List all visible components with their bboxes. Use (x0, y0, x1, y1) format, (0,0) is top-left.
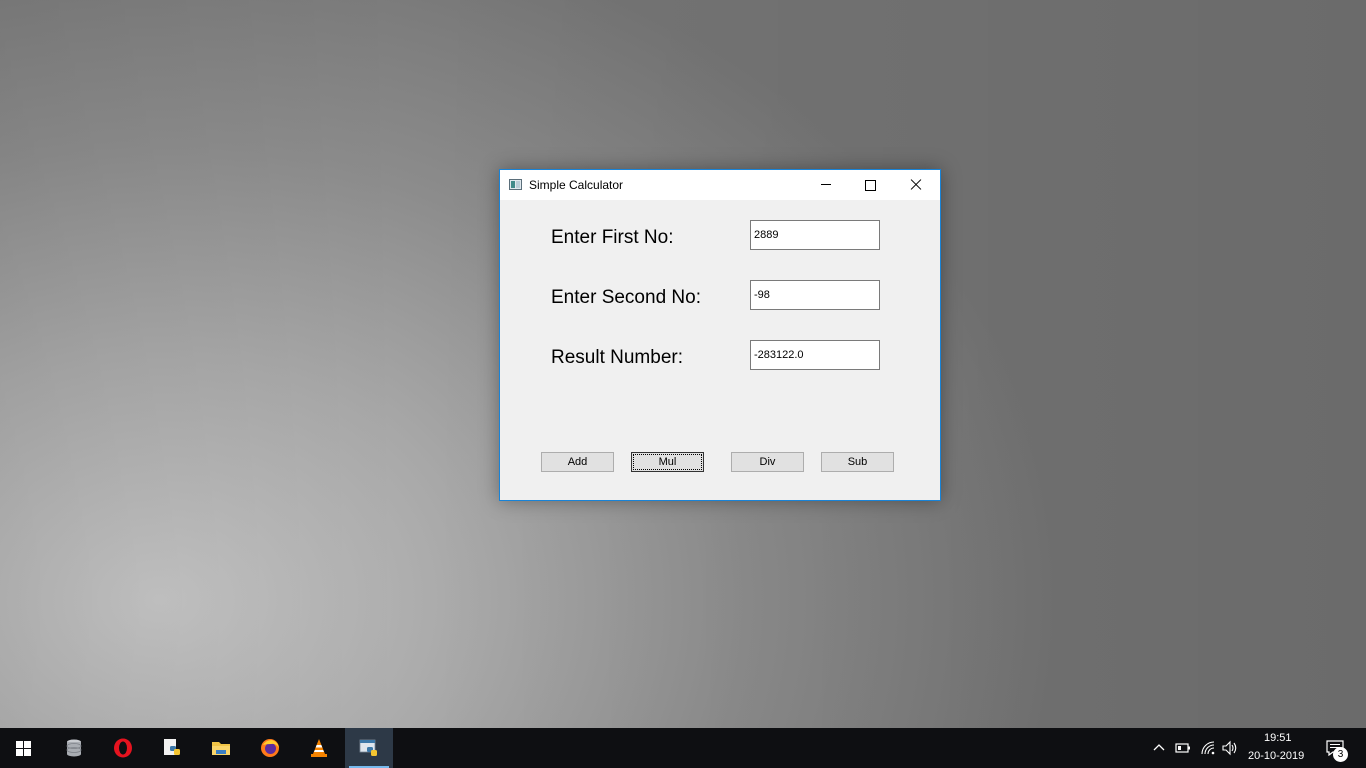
start-button[interactable] (0, 728, 48, 768)
clock-date: 20-10-2019 (1248, 750, 1305, 762)
mul-button[interactable]: Mul (631, 452, 704, 472)
taskbar-firefox[interactable] (246, 728, 294, 768)
taskbar-python-tk-window[interactable] (345, 728, 393, 768)
sub-button[interactable]: Sub (821, 452, 894, 472)
maximize-button[interactable] (848, 170, 893, 200)
taskbar-file-explorer[interactable] (197, 728, 245, 768)
notification-count-badge: 3 (1333, 747, 1348, 762)
calculator-window: Simple Calculator Enter First No: Enter … (499, 169, 941, 501)
result-label: Result Number: (551, 347, 683, 368)
taskbar-database-app[interactable] (50, 728, 98, 768)
app-icon (509, 179, 522, 190)
windows-logo-icon (16, 741, 32, 756)
clock-time: 19:51 (1264, 732, 1292, 744)
show-hidden-icons-chevron-up-icon[interactable] (1151, 740, 1167, 756)
vlc-cone-icon (311, 739, 327, 757)
taskbar-python-idle[interactable] (148, 728, 196, 768)
taskbar-opera[interactable] (99, 728, 147, 768)
firefox-icon (261, 739, 279, 757)
folder-icon (212, 742, 230, 755)
div-button[interactable]: Div (731, 452, 804, 472)
battery-icon[interactable] (1175, 740, 1191, 756)
taskbar: 19:51 20-10-2019 3 (0, 728, 1366, 768)
python-file-icon (164, 739, 180, 755)
first-number-label: Enter First No: (551, 227, 674, 248)
opera-icon (114, 738, 132, 758)
taskbar-vlc[interactable] (295, 728, 343, 768)
add-button[interactable]: Add (541, 452, 614, 472)
window-title: Simple Calculator (529, 178, 624, 192)
first-number-input[interactable] (750, 220, 880, 250)
minimize-button[interactable] (803, 170, 848, 200)
result-input[interactable] (750, 340, 880, 370)
python-window-icon (359, 739, 377, 756)
second-number-label: Enter Second No: (551, 287, 701, 308)
title-bar[interactable]: Simple Calculator (500, 170, 940, 200)
volume-icon[interactable] (1222, 740, 1238, 756)
close-button[interactable] (893, 170, 938, 200)
second-number-input[interactable] (750, 280, 880, 310)
action-center-button[interactable]: 3 (1318, 728, 1366, 768)
database-icon (66, 739, 82, 757)
wifi-icon[interactable] (1200, 740, 1216, 756)
